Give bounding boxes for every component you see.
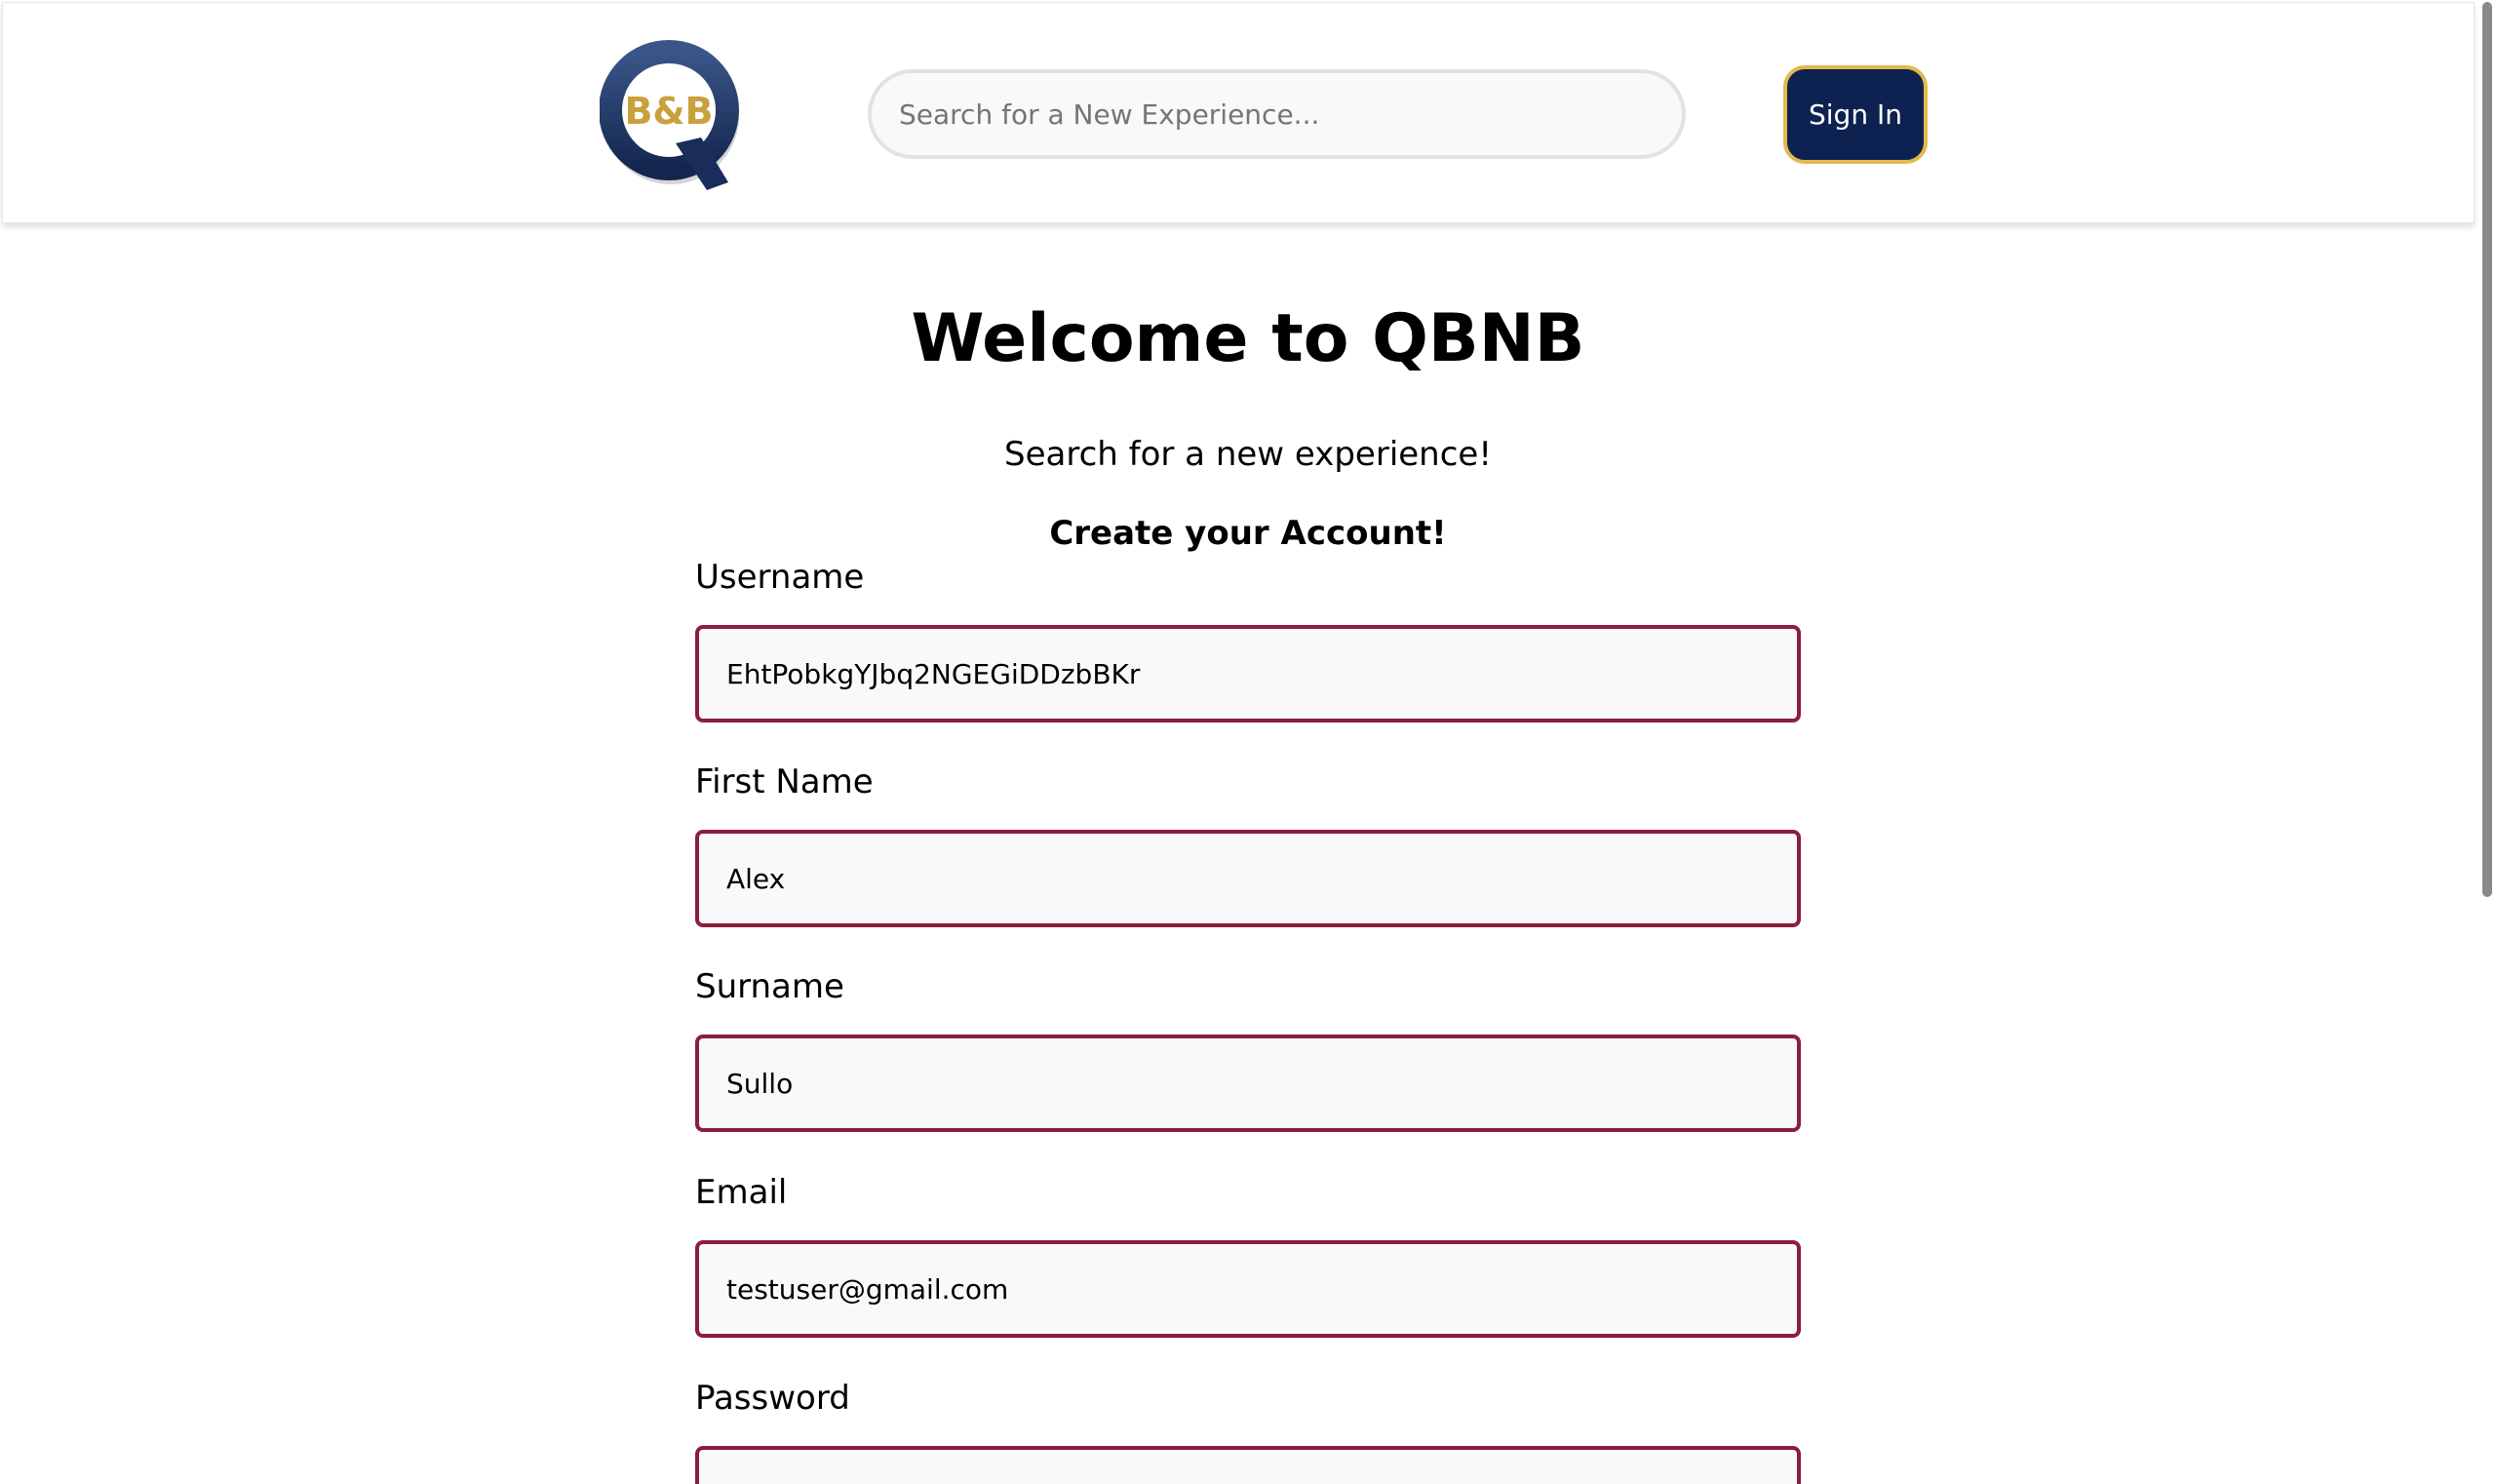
first-name-label: First Name [695, 762, 874, 801]
form-heading: Create your Account! [1049, 514, 1447, 553]
page-subtitle: Search for a new experience! [1004, 435, 1492, 474]
username-label: Username [695, 558, 865, 597]
page-title: Welcome to QBNB [911, 300, 1585, 377]
password-field[interactable] [695, 1446, 1801, 1484]
email-label: Email [695, 1173, 788, 1212]
first-name-field[interactable] [695, 830, 1801, 927]
scrollbar-thumb[interactable] [2482, 2, 2492, 897]
surname-label: Surname [695, 967, 844, 1006]
surname-field[interactable] [695, 1035, 1801, 1132]
header: B&B Sign In [2, 2, 2475, 223]
search-input[interactable] [868, 69, 1686, 159]
password-label: Password [695, 1379, 850, 1418]
email-field[interactable] [695, 1240, 1801, 1338]
sign-in-button[interactable]: Sign In [1783, 65, 1928, 164]
username-field[interactable] [695, 625, 1801, 722]
qbnb-logo[interactable]: B&B [599, 36, 746, 192]
page: B&B Sign In Welcome to QBNB Search for a… [0, 0, 2496, 1484]
logo-text: B&B [624, 90, 713, 133]
